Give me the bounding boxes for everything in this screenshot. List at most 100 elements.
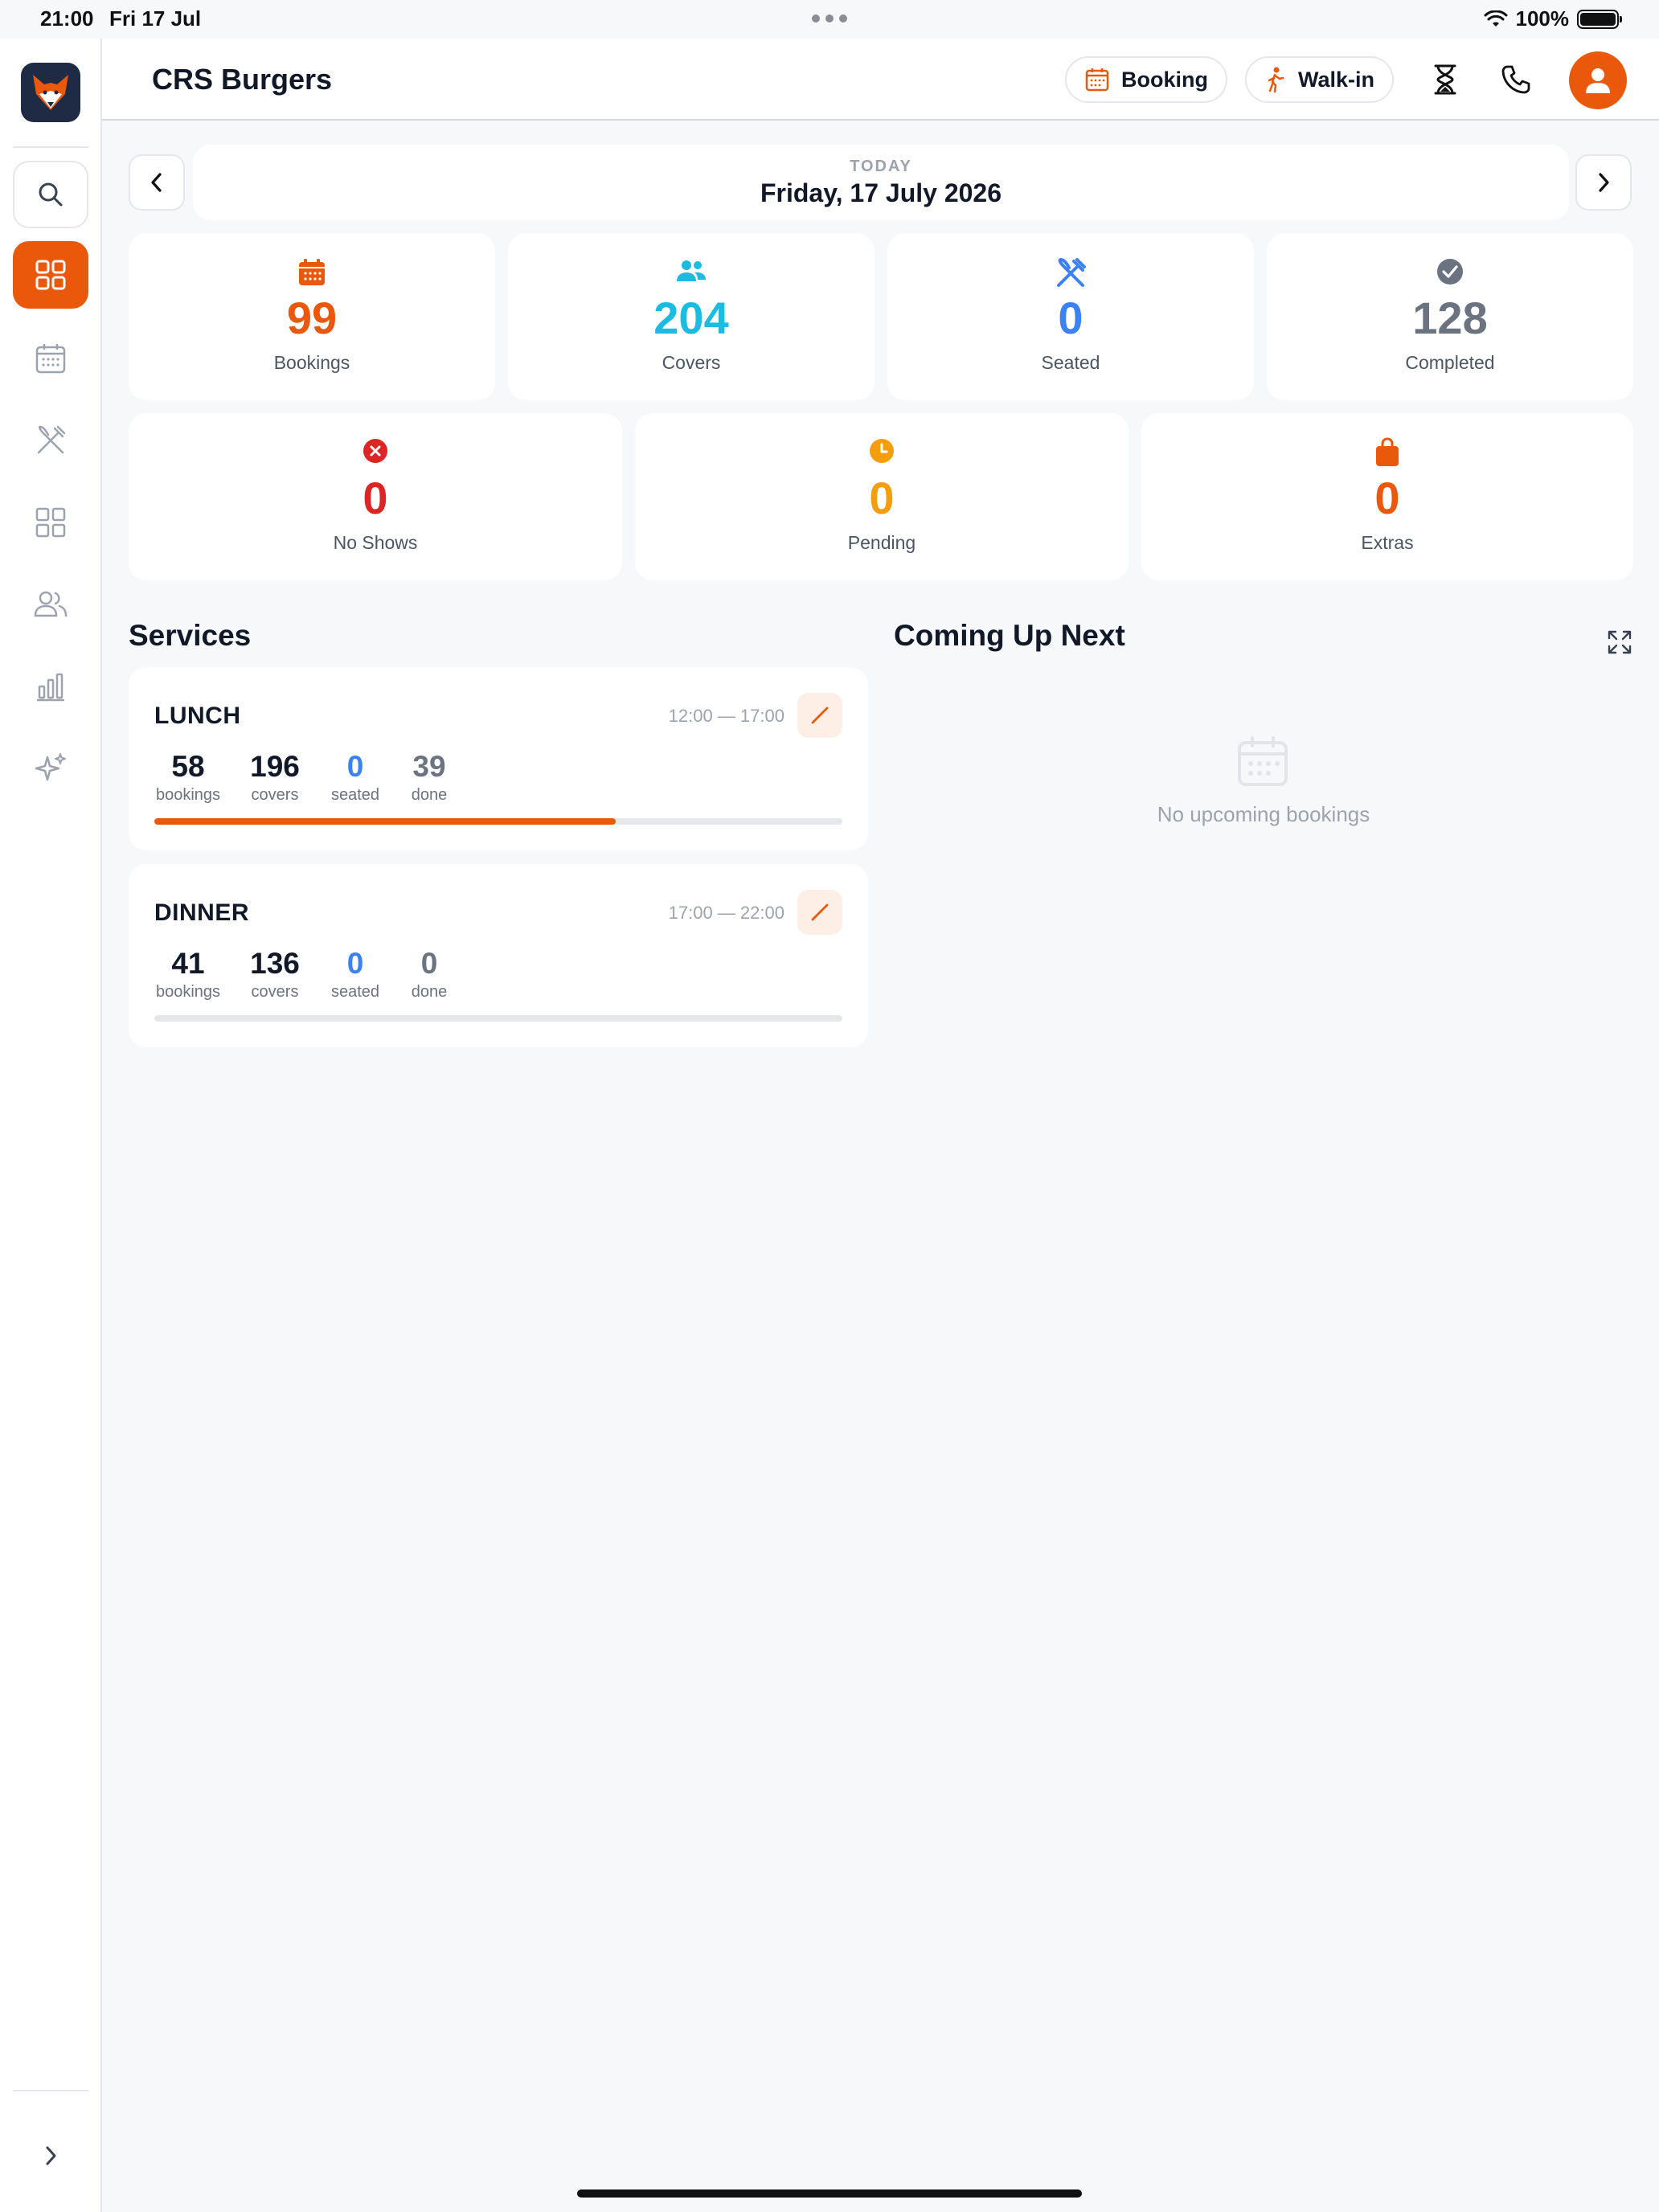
covers-label: Covers xyxy=(662,352,721,373)
metric-bookings: 58 bookings xyxy=(154,749,222,805)
metric-value: 41 xyxy=(171,947,205,980)
sidebar-divider xyxy=(13,2090,88,2091)
sidebar-item-dashboard[interactable] xyxy=(13,241,88,309)
bar-chart-icon xyxy=(37,673,64,702)
wifi-icon xyxy=(1484,10,1507,27)
sidebar-expand-button[interactable] xyxy=(13,2122,88,2189)
metric-seated: 0 seated xyxy=(322,749,389,805)
sparkles-icon xyxy=(35,753,66,781)
battery-icon xyxy=(1577,9,1622,29)
covers-count: 204 xyxy=(653,293,729,343)
edit-service-button[interactable] xyxy=(797,693,842,738)
top-header: CRS Burgers Booking Walk-in xyxy=(102,39,1659,121)
next-day-button[interactable] xyxy=(1575,154,1632,211)
walk-in-button[interactable]: Walk-in xyxy=(1245,56,1395,103)
no-shows-label: No Shows xyxy=(333,532,418,553)
multitasking-dots-icon[interactable] xyxy=(812,14,847,23)
metric-label: covers xyxy=(251,786,299,804)
pending-label: Pending xyxy=(847,532,916,553)
stat-card-bookings[interactable]: 99 Bookings xyxy=(129,233,495,400)
metric-value: 0 xyxy=(346,947,364,980)
new-booking-button[interactable]: Booking xyxy=(1065,56,1227,103)
user-icon xyxy=(1586,68,1610,93)
sidebar-item-reports[interactable] xyxy=(13,653,88,720)
extras-count: 0 xyxy=(1374,473,1400,523)
hourglass-icon xyxy=(1434,64,1456,95)
bookings-label: Bookings xyxy=(273,352,350,373)
today-label: TODAY xyxy=(850,158,912,175)
service-progress-bar xyxy=(154,818,842,825)
sidebar-divider xyxy=(13,146,88,148)
utensils-icon xyxy=(37,425,66,454)
stat-card-seated[interactable]: 0 Seated xyxy=(887,233,1254,400)
stat-card-extras[interactable]: 0 Extras xyxy=(1141,413,1633,580)
stat-card-no-shows[interactable]: 0 No Shows xyxy=(129,413,622,580)
seated-label: Seated xyxy=(1041,352,1100,373)
expand-button[interactable] xyxy=(1606,629,1633,656)
fox-logo-icon[interactable] xyxy=(21,63,80,122)
edit-service-button[interactable] xyxy=(797,890,842,935)
progress-fill xyxy=(154,818,616,825)
metric-value: 58 xyxy=(171,750,205,783)
waitlist-button[interactable] xyxy=(1425,59,1465,100)
sidebar-item-tables[interactable] xyxy=(13,489,88,556)
metric-label: bookings xyxy=(155,983,221,1001)
metric-label: done xyxy=(411,786,448,804)
services-title: Services xyxy=(129,619,252,652)
sidebar-item-guests[interactable] xyxy=(13,571,88,638)
service-card-lunch[interactable]: LUNCH 12:00 — 17:00 58 bookings 196 cove… xyxy=(129,667,868,850)
empty-state-text: No upcoming bookings xyxy=(1157,802,1370,826)
phone-icon xyxy=(1501,65,1530,94)
layout-icon xyxy=(35,507,66,538)
sidebar-item-calendar[interactable] xyxy=(13,325,88,392)
service-card-dinner[interactable]: DINNER 17:00 — 22:00 41 bookings 136 cov… xyxy=(129,864,868,1047)
extras-label: Extras xyxy=(1361,532,1414,553)
pencil-icon xyxy=(811,707,829,724)
battery-percent: 100% xyxy=(1515,6,1570,31)
bookings-count: 99 xyxy=(286,293,338,343)
metric-label: covers xyxy=(251,983,299,1001)
chevron-right-icon xyxy=(1599,173,1609,192)
clock-icon xyxy=(870,439,894,463)
calendar-icon xyxy=(1085,68,1109,92)
service-name: LUNCH xyxy=(154,703,241,729)
stat-card-pending[interactable]: 0 Pending xyxy=(635,413,1129,580)
expand-icon xyxy=(1608,630,1632,654)
status-date: Fri 17 Jul xyxy=(109,6,202,31)
metric-label: done xyxy=(411,983,448,1001)
service-name: DINNER xyxy=(154,899,250,926)
metric-done: 0 done xyxy=(397,946,461,1002)
metric-value: 39 xyxy=(412,750,446,783)
sidebar-item-search[interactable] xyxy=(13,161,88,228)
sidebar-item-dining[interactable] xyxy=(13,407,88,474)
check-circle-icon xyxy=(1437,259,1463,285)
date-selector[interactable]: TODAY Friday, 17 July 2026 xyxy=(193,145,1569,220)
metric-covers: 196 covers xyxy=(241,749,309,805)
shopping-bag-icon xyxy=(1376,437,1399,466)
seated-count: 0 xyxy=(1058,293,1083,343)
metric-value: 0 xyxy=(420,947,438,980)
completed-label: Completed xyxy=(1405,352,1495,373)
metric-value: 196 xyxy=(250,750,300,783)
calendar-icon xyxy=(35,344,66,374)
pending-count: 0 xyxy=(869,473,895,523)
people-icon xyxy=(677,260,706,281)
x-circle-icon xyxy=(363,439,387,463)
home-indicator[interactable] xyxy=(577,2189,1082,2198)
sidebar-item-ai[interactable] xyxy=(13,735,88,802)
metric-bookings: 41 bookings xyxy=(154,946,222,1002)
previous-day-button[interactable] xyxy=(129,154,185,211)
booking-button-label: Booking xyxy=(1121,67,1208,92)
restaurant-name: CRS Burgers xyxy=(152,63,333,96)
service-progress-bar xyxy=(154,1015,842,1022)
metric-value: 136 xyxy=(250,947,300,980)
phone-button[interactable] xyxy=(1496,59,1536,100)
status-time: 21:00 xyxy=(40,6,94,31)
walk-in-button-label: Walk-in xyxy=(1298,67,1375,92)
stat-card-covers[interactable]: 204 Covers xyxy=(508,233,875,400)
service-time: 12:00 — 17:00 xyxy=(668,706,784,726)
stat-card-completed[interactable]: 128 Completed xyxy=(1267,233,1633,400)
user-avatar[interactable] xyxy=(1569,51,1627,109)
metric-label: seated xyxy=(330,786,380,804)
coming-up-title: Coming Up Next xyxy=(894,619,1125,652)
